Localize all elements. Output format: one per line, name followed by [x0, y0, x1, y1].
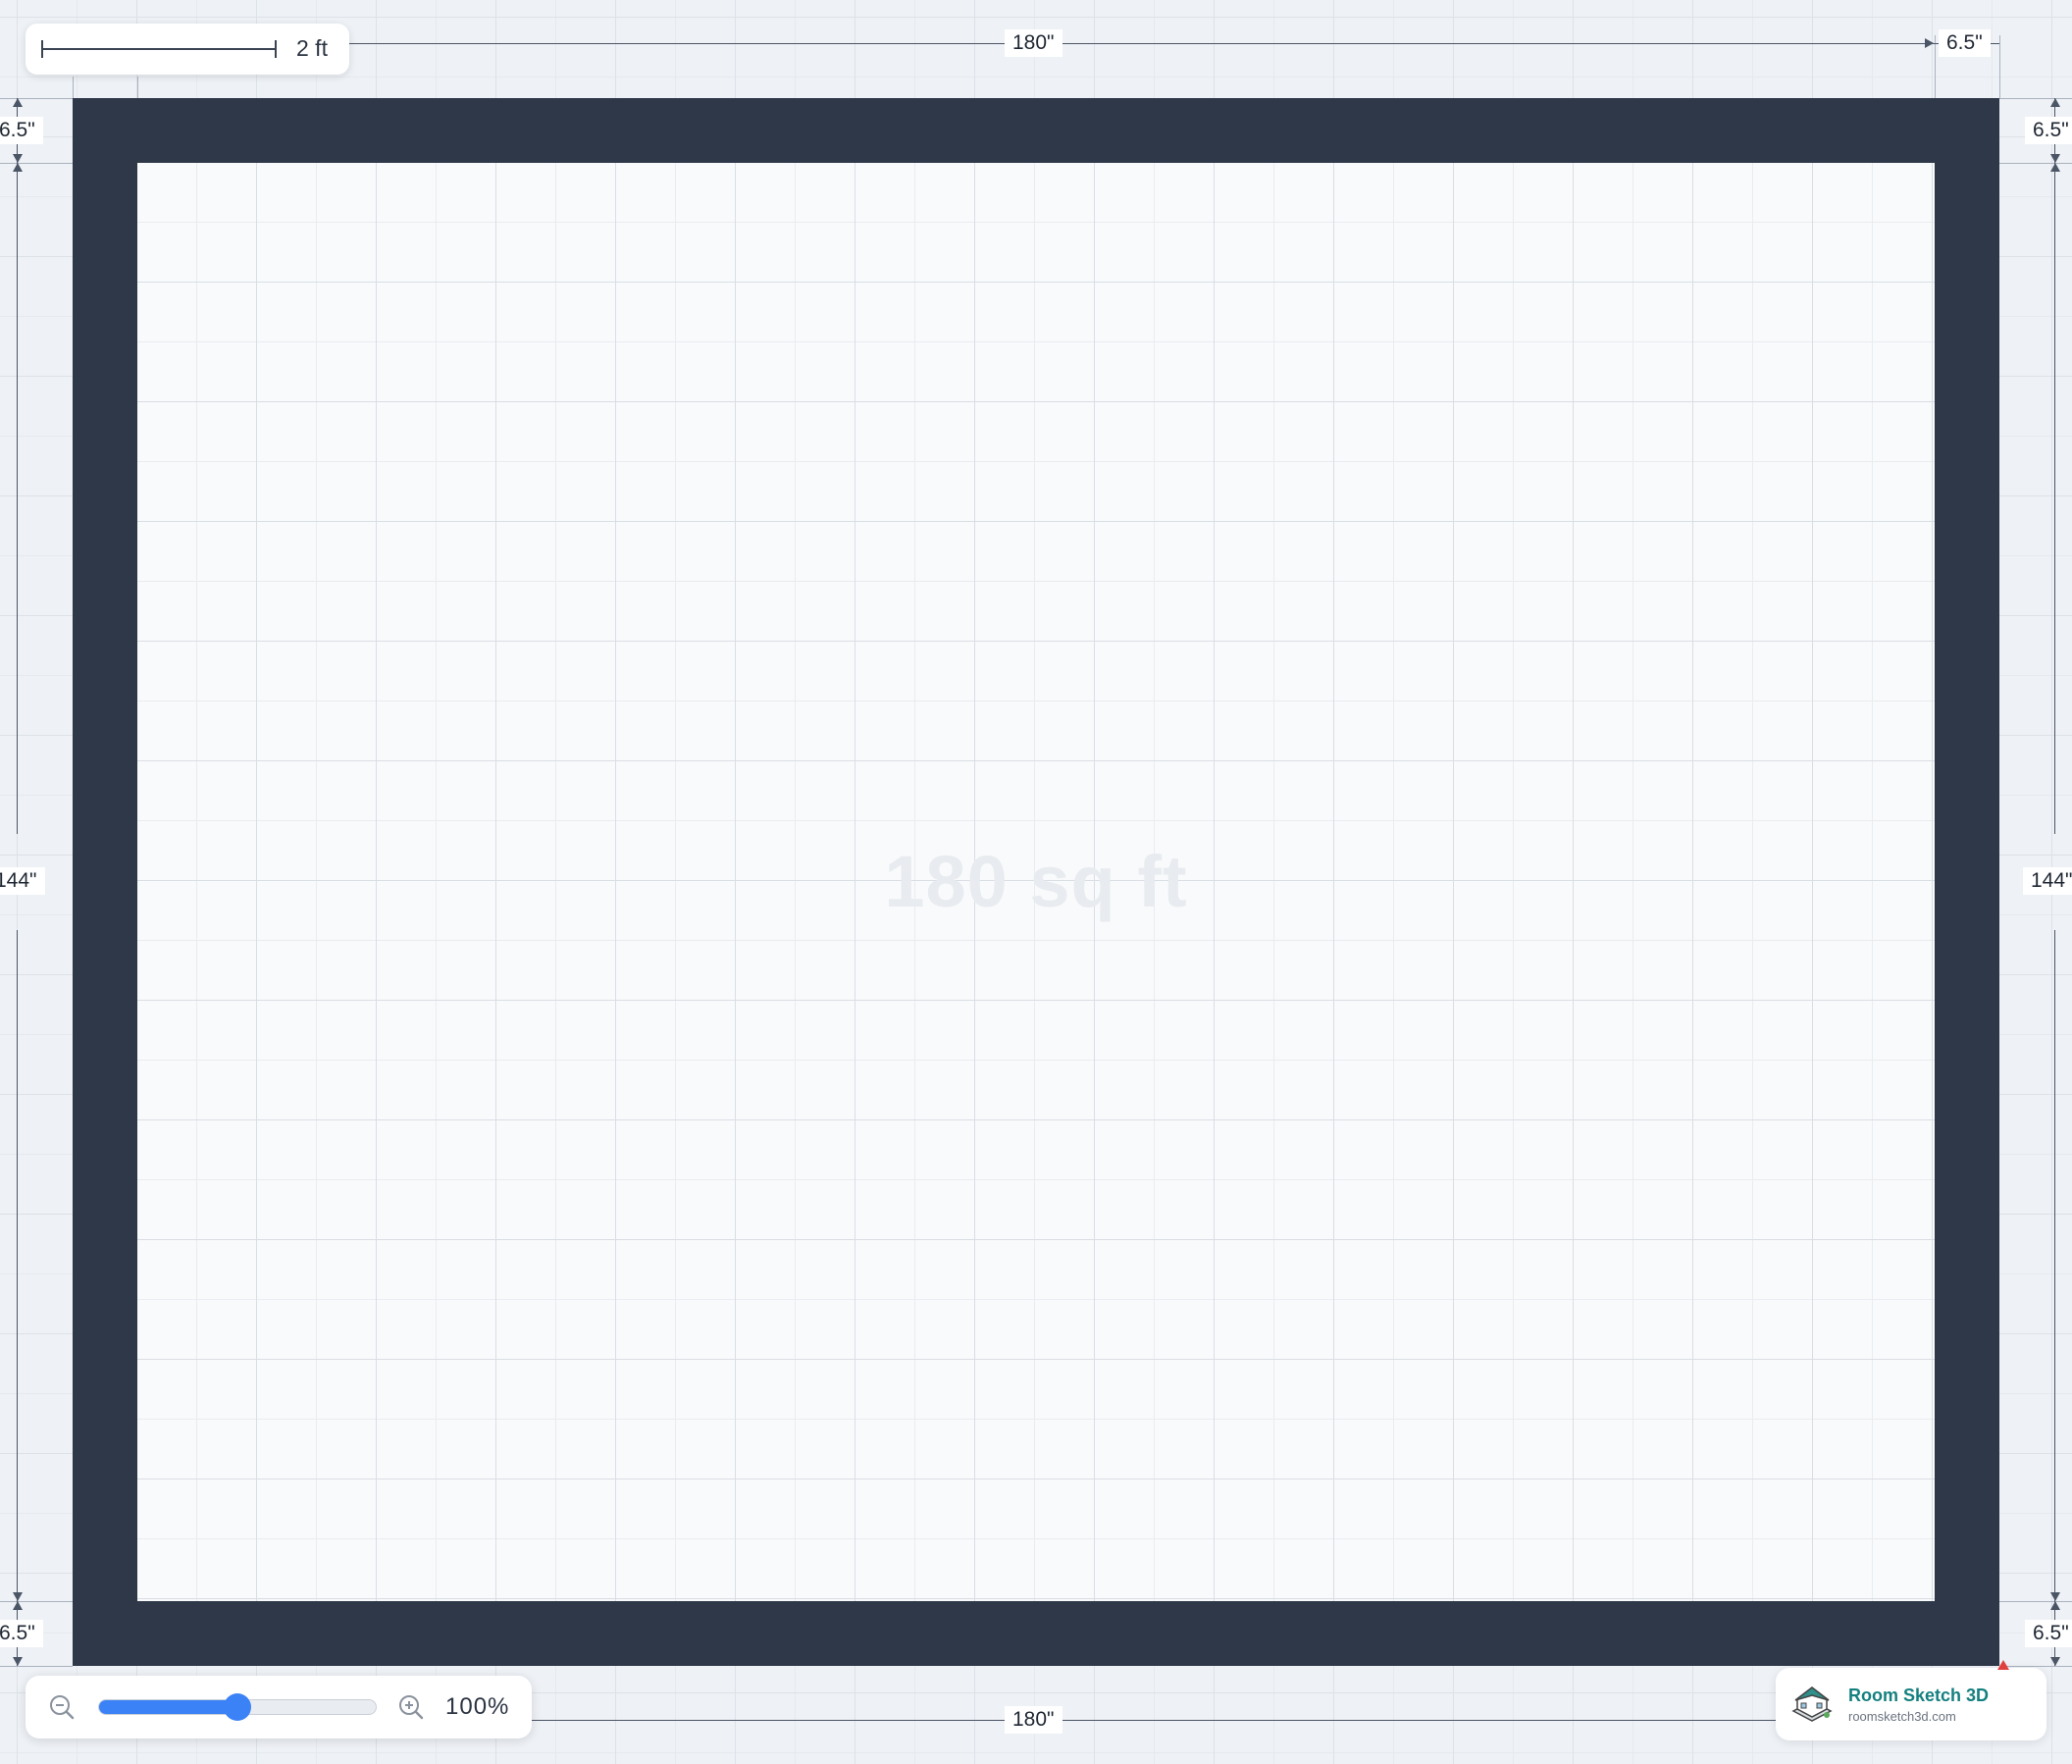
arrow-down-icon — [2050, 1592, 2060, 1601]
scale-label: 2 ft — [296, 35, 328, 61]
arrow-up-icon — [13, 98, 23, 107]
right-height-label[interactable]: 144" — [2023, 867, 2072, 895]
arrow-up-icon — [2050, 98, 2060, 107]
arrow-down-icon — [2050, 154, 2060, 163]
zoom-out-button[interactable] — [47, 1692, 77, 1722]
brand-name: Room Sketch 3D — [1848, 1686, 1990, 1705]
extension-line — [1999, 1666, 2072, 1667]
bottom-width-dimension-line — [532, 1720, 1776, 1721]
room-area-label: 180 sq ft — [884, 841, 1188, 922]
brand-badge[interactable]: Room Sketch 3D roomsketch3d.com — [1776, 1668, 2046, 1740]
left-top-wall-label[interactable]: 6.5" — [0, 117, 43, 144]
zoom-in-icon — [399, 1695, 424, 1720]
extension-line — [0, 1601, 73, 1602]
arrow-up-icon — [2050, 1601, 2060, 1610]
extension-line — [0, 163, 73, 164]
extension-line — [1935, 35, 1936, 98]
top-width-label[interactable]: 180" — [1005, 29, 1062, 57]
wall-left[interactable] — [73, 98, 137, 1666]
right-bottom-wall-label[interactable]: 6.5" — [2025, 1620, 2072, 1647]
zoom-slider[interactable] — [98, 1693, 377, 1721]
top-width-dimension-line — [349, 43, 1935, 44]
scale-bar — [41, 40, 277, 58]
wall-bottom[interactable] — [73, 1601, 1999, 1666]
right-height-dimension-line — [2054, 930, 2055, 1601]
extension-line — [0, 1666, 73, 1667]
extension-line — [73, 77, 74, 98]
floor-plan-canvas[interactable]: 180 sq ft 180" 6.5" 6.5" 144" 6.5" 6.5" … — [0, 0, 2072, 1764]
left-bottom-wall-label[interactable]: 6.5" — [0, 1620, 43, 1647]
zoom-slider-thumb[interactable] — [224, 1693, 251, 1721]
extension-line — [0, 98, 73, 99]
zoom-in-button[interactable] — [396, 1692, 426, 1722]
zoom-out-icon — [50, 1695, 75, 1720]
notification-marker-icon — [1997, 1660, 2009, 1670]
brand-url: roomsketch3d.com — [1848, 1709, 1956, 1724]
scale-indicator: 2 ft — [26, 24, 349, 75]
zoom-control: 100% — [26, 1676, 532, 1738]
bottom-width-label[interactable]: 180" — [1005, 1706, 1062, 1734]
left-height-label[interactable]: 144" — [0, 867, 45, 895]
left-height-dimension-line — [17, 163, 18, 834]
arrow-down-icon — [2050, 1657, 2060, 1666]
arrow-up-icon — [13, 163, 23, 172]
extension-line — [1999, 163, 2072, 164]
arrow-right-icon — [1925, 38, 1934, 48]
extension-line — [1999, 98, 2072, 99]
arrow-up-icon — [13, 1601, 23, 1610]
right-height-dimension-line — [2054, 163, 2055, 834]
arrow-down-icon — [13, 1657, 23, 1666]
arrow-down-icon — [13, 1592, 23, 1601]
wall-top[interactable] — [73, 98, 1999, 163]
right-top-wall-label[interactable]: 6.5" — [2025, 117, 2072, 144]
extension-line — [137, 77, 138, 98]
extension-line — [1999, 35, 2000, 98]
extension-line — [1999, 1601, 2072, 1602]
zoom-slider-fill — [99, 1700, 237, 1714]
wall-right[interactable] — [1935, 98, 1999, 1666]
house-logo-icon — [1791, 1686, 1833, 1722]
left-height-dimension-line — [17, 930, 18, 1601]
zoom-percentage: 100% — [445, 1693, 510, 1720]
arrow-up-icon — [2050, 163, 2060, 172]
arrow-down-icon — [13, 154, 23, 163]
top-right-wall-label[interactable]: 6.5" — [1939, 29, 1991, 57]
